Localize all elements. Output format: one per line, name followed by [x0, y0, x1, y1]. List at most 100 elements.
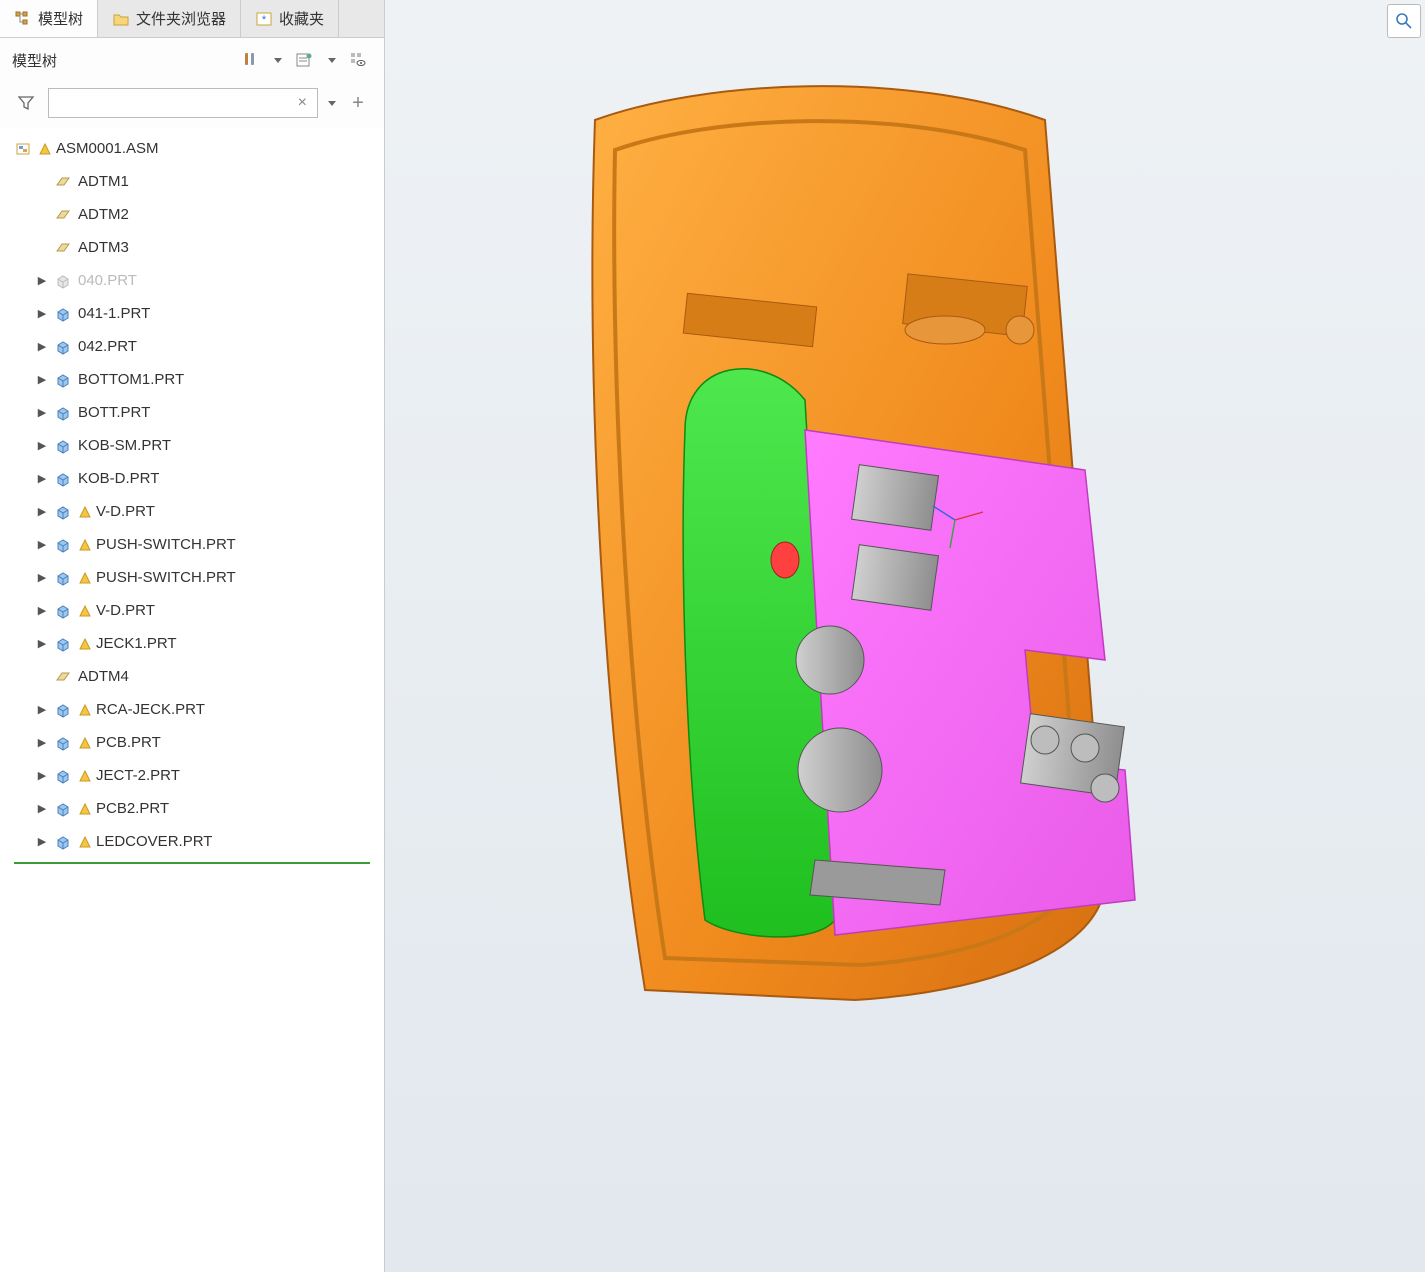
part-icon	[54, 437, 72, 455]
assembly-icon	[14, 140, 32, 158]
clear-filter-button[interactable]: ×	[294, 94, 311, 112]
add-filter-button[interactable]: +	[344, 89, 372, 117]
expander-icon[interactable]: ▶	[36, 472, 48, 485]
expander-icon[interactable]: ▶	[36, 703, 48, 716]
tree-insert-line[interactable]	[14, 862, 370, 864]
warning-icon	[78, 571, 92, 585]
tree-item[interactable]: ▶PUSH-SWITCH.PRT	[0, 561, 384, 594]
expander-icon[interactable]: ▶	[36, 571, 48, 584]
tree-settings-button[interactable]	[290, 46, 318, 74]
expander-icon[interactable]: ▶	[36, 307, 48, 320]
tree-item[interactable]: ▶ KOB-SM.PRT	[0, 429, 384, 462]
model-tree[interactable]: ASM0001.ASM ▶ADTM1▶ADTM2▶ADTM3▶040.PRT▶0…	[0, 128, 384, 1272]
tree-item[interactable]: ▶PCB2.PRT	[0, 792, 384, 825]
svg-text:*: *	[262, 14, 267, 26]
tree-item[interactable]: ▶ 040.PRT	[0, 264, 384, 297]
tree-item[interactable]: ▶ V-D.PRT	[0, 594, 384, 627]
part-icon	[54, 833, 72, 851]
part-icon	[54, 404, 72, 422]
tree-item[interactable]: ▶RCA-JECK.PRT	[0, 693, 384, 726]
datum-icon	[54, 668, 72, 686]
folder-icon	[112, 10, 130, 28]
tree-header: 模型树	[0, 38, 384, 82]
datum-icon	[54, 206, 72, 224]
tree-item-label: V-D.PRT	[96, 602, 155, 619]
tree-item[interactable]: ▶ JECT-2.PRT	[0, 759, 384, 792]
viewport-3d[interactable]	[385, 0, 1425, 1272]
tree-item[interactable]: ▶ADTM2	[0, 198, 384, 231]
tree-display-button[interactable]	[344, 46, 372, 74]
expander-icon[interactable]: ▶	[36, 340, 48, 353]
tree-item[interactable]: ▶V-D.PRT	[0, 495, 384, 528]
tree-tools-button[interactable]	[236, 46, 264, 74]
tree-item[interactable]: ▶ BOTT.PRT	[0, 396, 384, 429]
expander-icon[interactable]: ▶	[36, 604, 48, 617]
tree-item[interactable]: ▶ 041-1.PRT	[0, 297, 384, 330]
tree-item-label: LEDCOVER.PRT	[96, 833, 212, 850]
warning-icon	[78, 538, 92, 552]
part-icon	[54, 602, 72, 620]
tab-folder-browser-label: 文件夹浏览器	[136, 8, 226, 29]
expander-icon[interactable]: ▶	[36, 802, 48, 815]
expander-icon[interactable]: ▶	[36, 505, 48, 518]
warning-icon	[78, 835, 92, 849]
tab-favorites[interactable]: * 收藏夹	[241, 0, 339, 37]
expander-icon[interactable]: ▶	[36, 835, 48, 848]
expander-icon[interactable]: ▶	[36, 736, 48, 749]
chevron-down-icon[interactable]	[274, 58, 282, 63]
model-render	[385, 0, 1425, 1272]
tree-item-label: ADTM1	[78, 173, 129, 190]
part-icon	[54, 503, 72, 521]
expander-icon[interactable]: ▶	[36, 769, 48, 782]
tree-item-label: JECT-2.PRT	[96, 767, 180, 784]
part-icon	[54, 536, 72, 554]
part-icon	[54, 767, 72, 785]
tree-item[interactable]: ▶ADTM1	[0, 165, 384, 198]
tab-model-tree[interactable]: 模型树	[0, 0, 98, 37]
tree-item-label: 041-1.PRT	[78, 305, 150, 322]
tab-bar: 模型树 文件夹浏览器 * 收藏夹	[0, 0, 384, 38]
part-icon	[54, 569, 72, 587]
tab-favorites-label: 收藏夹	[279, 8, 324, 29]
chevron-down-icon[interactable]	[328, 58, 336, 63]
tree-item[interactable]: ▶ JECK1.PRT	[0, 627, 384, 660]
part-icon	[54, 734, 72, 752]
part-icon	[54, 470, 72, 488]
filter-button[interactable]	[12, 89, 40, 117]
tree-item-label: KOB-D.PRT	[78, 470, 159, 487]
tree-item[interactable]: ▶042.PRT	[0, 330, 384, 363]
expander-icon[interactable]: ▶	[36, 538, 48, 551]
left-panel: 模型树 文件夹浏览器 * 收藏夹 模型树	[0, 0, 385, 1272]
filter-input[interactable]	[55, 94, 294, 112]
part-icon	[54, 272, 72, 290]
filter-input-wrap: ×	[48, 88, 318, 118]
tree-root-label: ASM0001.ASM	[56, 140, 159, 157]
expander-icon[interactable]: ▶	[36, 373, 48, 386]
part-icon	[54, 635, 72, 653]
part-icon	[54, 800, 72, 818]
warning-icon	[38, 142, 52, 156]
tree-item[interactable]: ▶ KOB-D.PRT	[0, 462, 384, 495]
part-icon	[54, 305, 72, 323]
tree-item-label: BOTT.PRT	[78, 404, 150, 421]
tree-item[interactable]: ▶ADTM4	[0, 660, 384, 693]
tree-item[interactable]: ▶ LEDCOVER.PRT	[0, 825, 384, 858]
tree-item[interactable]: ▶ADTM3	[0, 231, 384, 264]
warning-icon	[78, 637, 92, 651]
warning-icon	[78, 736, 92, 750]
tree-item-label: 040.PRT	[78, 272, 137, 289]
chevron-down-icon[interactable]	[328, 101, 336, 106]
tree-item[interactable]: ▶PCB.PRT	[0, 726, 384, 759]
expander-icon[interactable]: ▶	[36, 637, 48, 650]
tab-folder-browser[interactable]: 文件夹浏览器	[98, 0, 241, 37]
tree-root[interactable]: ASM0001.ASM	[0, 132, 384, 165]
tree-item[interactable]: ▶PUSH-SWITCH.PRT	[0, 528, 384, 561]
warning-icon	[78, 802, 92, 816]
tree-item-label: JECK1.PRT	[96, 635, 177, 652]
tree-item[interactable]: ▶BOTTOM1.PRT	[0, 363, 384, 396]
expander-icon[interactable]: ▶	[36, 406, 48, 419]
expander-icon[interactable]: ▶	[36, 274, 48, 287]
tree-item-label: KOB-SM.PRT	[78, 437, 171, 454]
datum-icon	[54, 239, 72, 257]
expander-icon[interactable]: ▶	[36, 439, 48, 452]
